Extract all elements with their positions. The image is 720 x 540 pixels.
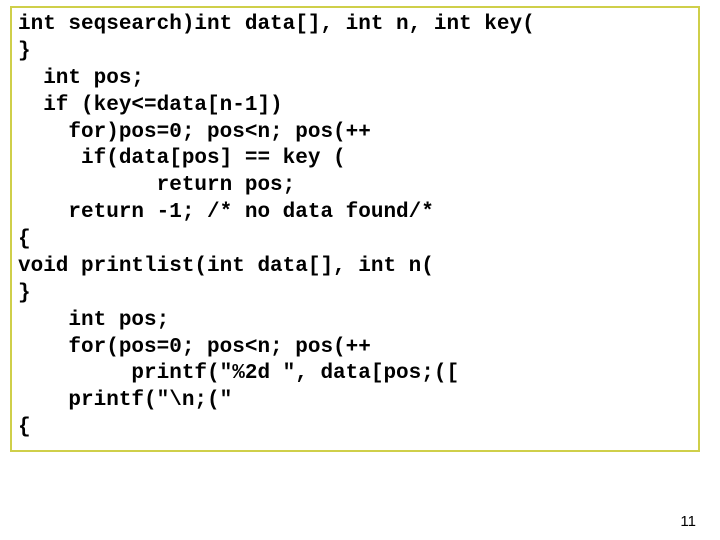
code-line: printf("\n;(" [18, 389, 232, 412]
code-line: { [18, 228, 31, 251]
code-line: for)pos=0; pos<n; pos(++ [18, 121, 371, 144]
code-line: { [18, 416, 31, 439]
code-frame: int seqsearch)int data[], int n, int key… [10, 6, 700, 452]
code-block: int seqsearch)int data[], int n, int key… [18, 12, 692, 442]
code-line: } [18, 40, 31, 63]
code-line: } [18, 282, 31, 305]
code-line: for(pos=0; pos<n; pos(++ [18, 336, 371, 359]
code-line: return -1; /* no data found/* [18, 201, 434, 224]
code-line: int pos; [18, 309, 169, 332]
slide-number: 11 [680, 513, 696, 530]
code-line: void printlist(int data[], int n( [18, 255, 434, 278]
code-line: printf("%2d ", data[pos;([ [18, 362, 459, 385]
code-line: int pos; [18, 67, 144, 90]
code-line: if(data[pos] == key ( [18, 147, 346, 170]
code-line: return pos; [18, 174, 295, 197]
code-line: int seqsearch)int data[], int n, int key… [18, 13, 535, 36]
code-line: if (key<=data[n-1]) [18, 94, 283, 117]
